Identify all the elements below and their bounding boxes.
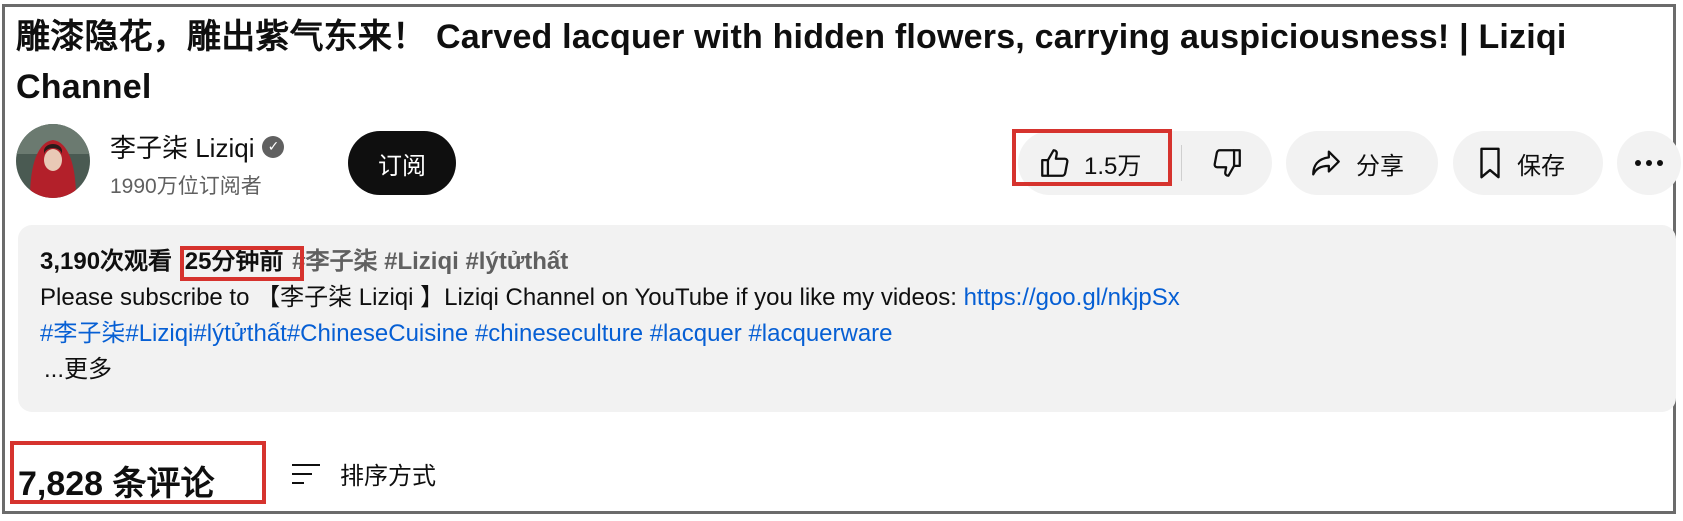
like-highlight-box — [1012, 129, 1172, 186]
dislike-button[interactable] — [1182, 131, 1272, 195]
verified-check-icon: ✓ — [262, 135, 285, 158]
thumbs-down-icon — [1210, 146, 1244, 180]
bookmark-icon — [1475, 146, 1505, 180]
sort-label: 排序方式 — [340, 463, 436, 490]
subscribe-button[interactable]: 订阅 — [348, 131, 456, 195]
share-label: 分享 — [1356, 152, 1404, 180]
save-label: 保存 — [1517, 152, 1565, 180]
share-button[interactable]: 分享 — [1286, 131, 1438, 195]
view-count: 3,190次观看 — [40, 248, 173, 275]
channel-name-text[interactable]: 李子柒 Liziqi — [110, 128, 254, 165]
show-more-link[interactable]: ...更多 — [44, 354, 112, 386]
description-meta: 3,190次观看 25分钟前 #李子柒 #Liziqi #lýtửthất — [40, 246, 568, 278]
time-highlight-box — [180, 246, 304, 281]
sort-lines-icon — [290, 460, 322, 488]
more-dots-icon — [1634, 159, 1664, 167]
channel-link[interactable]: https://goo.gl/nkjpSx — [964, 284, 1180, 311]
description-line-1: Please subscribe to 【李子柒 Liziqi 】Liziqi … — [40, 282, 1180, 314]
description-text: Please subscribe to 【李子柒 Liziqi 】Liziqi … — [40, 284, 964, 311]
video-title: 雕漆隐花，雕出紫气东来！ Carved lacquer with hidden … — [16, 18, 1567, 106]
channel-name[interactable]: 李子柒 Liziqi ✓ — [110, 128, 285, 165]
meta-hashtags[interactable]: #李子柒 #Liziqi #lýtửthất — [292, 248, 568, 275]
description-hashtags[interactable]: #李子柒#Liziqi#lýtửthất#ChineseCuisine #chi… — [40, 318, 893, 350]
more-actions-button[interactable] — [1617, 131, 1681, 195]
share-arrow-icon — [1308, 146, 1344, 180]
subscriber-count: 1990万位订阅者 — [110, 175, 262, 198]
save-button[interactable]: 保存 — [1453, 131, 1603, 195]
sort-button[interactable]: 排序方式 — [290, 456, 436, 491]
channel-avatar[interactable] — [16, 124, 90, 198]
comments-highlight-box — [10, 441, 266, 504]
